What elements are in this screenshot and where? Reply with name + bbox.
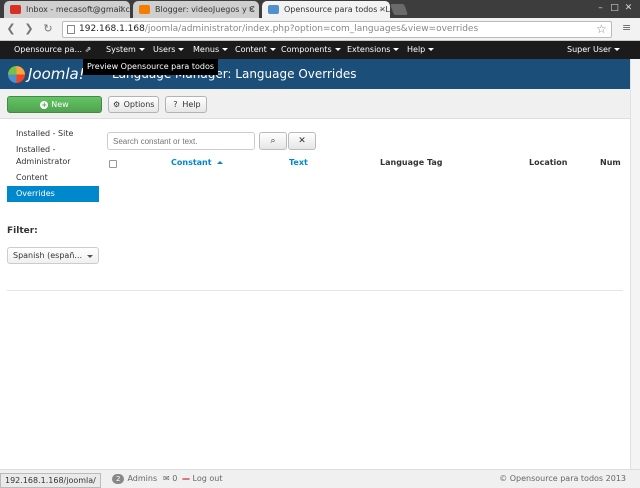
messages-count: 0	[172, 474, 178, 483]
gear-icon: ⚙	[112, 100, 121, 109]
back-icon[interactable]: ❮	[4, 22, 18, 36]
column-header-text[interactable]: Text	[289, 158, 308, 167]
column-header-language-tag: Language Tag	[380, 158, 443, 167]
url-input[interactable]: 192.168.1.168/joomla/administrator/index…	[62, 21, 612, 38]
sidebar-item-overrides[interactable]: Overrides	[7, 186, 99, 202]
chevron-down-icon	[87, 255, 93, 258]
column-header-constant[interactable]: Constant	[171, 158, 223, 167]
window-close-icon[interactable]: ✕	[623, 3, 634, 14]
menu-menus[interactable]: Menus	[193, 41, 229, 59]
sidebar-item-installed-site[interactable]: Installed - Site	[7, 126, 99, 142]
close-icon[interactable]: ✕	[379, 1, 386, 18]
external-link-icon: ⇗	[84, 45, 92, 54]
minus-icon: —	[182, 474, 190, 483]
menu-help[interactable]: Help	[407, 41, 435, 59]
clear-search-button[interactable]: ✕	[288, 132, 316, 150]
blogger-icon	[139, 5, 150, 14]
language-filter-value: Spanish (españ...	[13, 251, 83, 260]
admins-link[interactable]: 2 Admins	[112, 470, 157, 488]
joomla-logo-icon	[8, 66, 25, 83]
site-brand-link[interactable]: Opensource pa... ⇗	[14, 41, 91, 59]
question-icon: ?	[173, 100, 178, 109]
close-icon: ✕	[298, 136, 306, 146]
menu-users[interactable]: Users	[153, 41, 185, 59]
plus-icon: +	[40, 101, 49, 109]
tab-title: Blogger: videoJuegos y C	[155, 5, 255, 14]
options-button[interactable]: ⚙ Options	[108, 96, 159, 113]
copyright-text: © Opensource para todos 2013	[499, 474, 626, 483]
tab-title: Opensource para todos - L	[284, 5, 390, 14]
language-filter-select[interactable]: Spanish (españ...	[7, 247, 99, 264]
browser-tab-gmail[interactable]: Inbox - mecasoft@gmail.c ✕	[4, 1, 130, 18]
link-url-preview: 192.168.1.168/joomla/	[0, 473, 101, 488]
scrollbar[interactable]	[630, 59, 640, 469]
browser-tab-opensource[interactable]: Opensource para todos - L ✕	[262, 1, 390, 18]
minimize-icon[interactable]: –	[595, 3, 606, 14]
menu-content[interactable]: Content	[235, 41, 276, 59]
close-icon[interactable]: ✕	[119, 1, 126, 18]
bookmark-star-icon[interactable]: ☆	[596, 22, 607, 36]
address-toolbar: ❮ ❯ ↻ 192.168.1.168/joomla/administrator…	[0, 18, 640, 41]
sort-asc-icon	[216, 161, 223, 164]
gmail-icon	[10, 5, 21, 14]
page-icon	[67, 25, 75, 34]
tab-title: Inbox - mecasoft@gmail.c	[26, 5, 130, 14]
menu-components[interactable]: Components	[281, 41, 341, 59]
close-icon[interactable]: ✕	[248, 1, 255, 18]
maximize-icon[interactable]: □	[609, 3, 620, 14]
messages-link[interactable]: ✉ 0	[163, 470, 177, 488]
browser-tab-bar: Inbox - mecasoft@gmail.c ✕ Blogger: vide…	[0, 0, 640, 18]
column-header-location: Location	[529, 158, 568, 167]
select-all-checkbox[interactable]	[109, 160, 117, 168]
new-tab-button[interactable]	[389, 4, 409, 15]
new-button[interactable]: + New	[7, 96, 102, 113]
action-toolbar: + New ⚙ Options ? Help	[0, 89, 640, 119]
menu-system[interactable]: System	[106, 41, 145, 59]
envelope-icon: ✉	[163, 474, 170, 483]
filter-label: Filter:	[7, 226, 38, 236]
url-host: 192.168.1.168	[79, 24, 145, 34]
url-path: /joomla/administrator/index.php?option=c…	[144, 24, 479, 34]
sidebar-item-content[interactable]: Content	[7, 170, 99, 186]
menu-extensions[interactable]: Extensions	[347, 41, 400, 59]
logout-link[interactable]: — Log out	[182, 470, 222, 488]
admin-navbar: Opensource pa... ⇗ System Users Menus Co…	[0, 41, 640, 59]
divider	[7, 290, 623, 291]
search-icon: ⌕	[270, 136, 276, 146]
admins-count-badge: 2	[112, 474, 125, 484]
search-button[interactable]: ⌕	[259, 132, 287, 150]
browser-tab-blogger[interactable]: Blogger: videoJuegos y C ✕	[133, 1, 259, 18]
sidebar: Installed - Site Installed - Administrat…	[7, 126, 99, 202]
help-button[interactable]: ? Help	[165, 96, 207, 113]
sidebar-item-installed-administrator[interactable]: Installed - Administrator	[7, 142, 99, 170]
joomla-logo: Joomla!	[8, 64, 85, 84]
reload-icon[interactable]: ↻	[41, 22, 55, 36]
forward-icon[interactable]: ❯	[22, 22, 36, 36]
preview-tooltip: Preview Opensource para todos	[83, 59, 219, 75]
user-menu[interactable]: Super User	[567, 41, 621, 59]
joomla-icon	[268, 5, 279, 14]
browser-menu-icon[interactable]: ≡	[622, 22, 634, 34]
column-header-num: Num	[600, 158, 621, 167]
search-input[interactable]	[107, 132, 255, 150]
